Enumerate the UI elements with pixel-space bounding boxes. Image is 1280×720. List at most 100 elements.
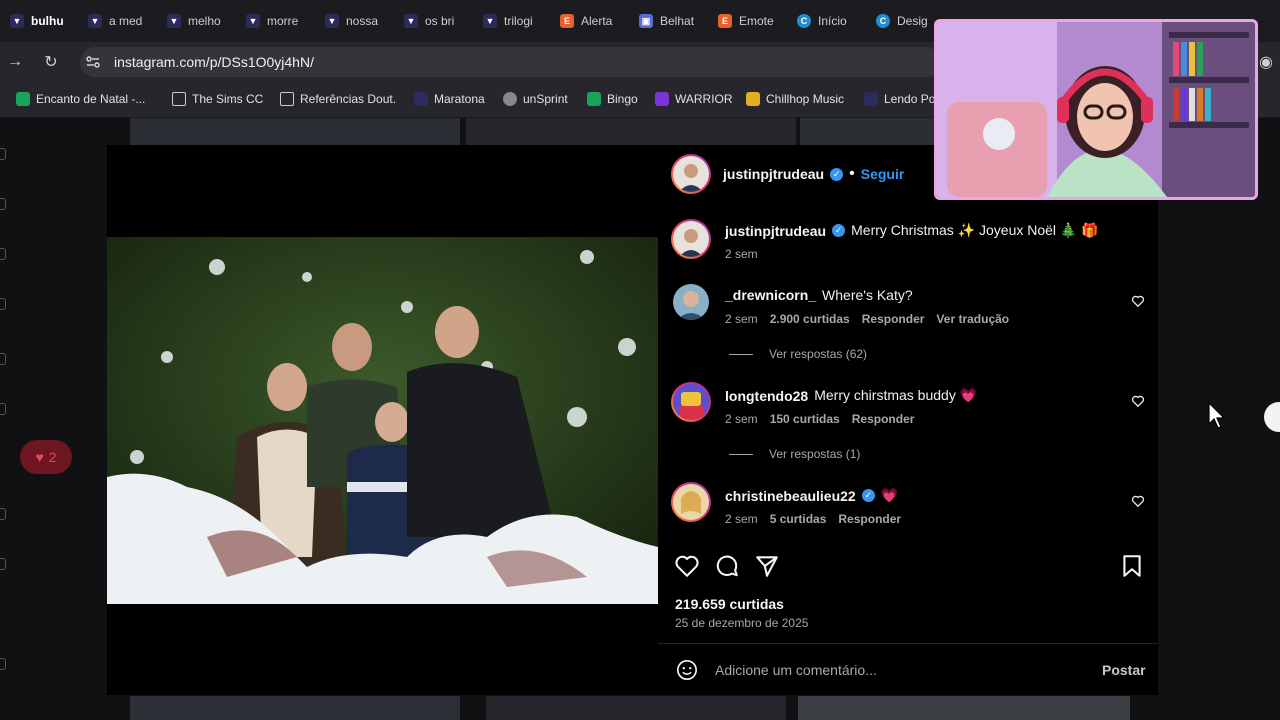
messages-icon[interactable]	[0, 353, 6, 365]
comment-like-icon[interactable]	[1131, 494, 1145, 508]
site-settings-icon[interactable]	[86, 55, 100, 69]
backdrop-tile	[466, 118, 796, 145]
browser-tab[interactable]: ▼ melho	[167, 8, 237, 34]
follow-button[interactable]: Seguir	[861, 166, 905, 182]
bookmark-label: Lendo Po	[884, 92, 936, 106]
comment-avatar[interactable]	[673, 384, 709, 420]
comment-avatar-image	[681, 491, 701, 514]
caption-avatar[interactable]	[673, 221, 709, 257]
likes-count[interactable]: 219.659 curtidas	[675, 596, 784, 612]
purple-app-icon	[655, 92, 669, 106]
share-icon[interactable]	[754, 553, 780, 579]
bookmark-item[interactable]: Chillhop Music	[746, 92, 844, 106]
comment-row: _drewnicorn_ Where's Katy?	[725, 287, 913, 303]
browser-tab[interactable]: C Desig	[876, 8, 934, 34]
comment-username[interactable]: _drewnicorn_	[725, 287, 816, 303]
comment-likes[interactable]: 5 curtidas	[770, 512, 827, 526]
green-app-icon	[16, 92, 30, 106]
bookmark-item[interactable]: WARRIOR	[655, 92, 733, 106]
home-icon[interactable]	[0, 148, 6, 160]
comment-username[interactable]: longtendo28	[725, 388, 808, 404]
reply-button[interactable]: Responder	[852, 412, 915, 426]
bookmark-item[interactable]: unSprint	[503, 92, 568, 106]
comment-input[interactable]: Adicione um comentário...	[715, 662, 877, 678]
comment-avatar[interactable]	[673, 284, 709, 320]
reply-button[interactable]: Responder	[862, 312, 925, 326]
bookmark-app-icon: ▣	[639, 14, 653, 28]
comment-row: longtendo28 Merry chirstmas buddy 💗	[725, 387, 977, 404]
comment-time: 2 sem	[725, 512, 758, 526]
view-replies-button[interactable]: Ver respostas (1)	[729, 447, 860, 461]
view-replies-button[interactable]: Ver respostas (62)	[729, 347, 867, 361]
reels-icon[interactable]	[0, 298, 6, 310]
webcam-overlay	[934, 19, 1258, 200]
bookmark-item[interactable]: Lendo Po	[864, 92, 935, 106]
post-photo[interactable]	[107, 237, 658, 604]
explore-icon[interactable]	[0, 248, 6, 260]
bookmark-item[interactable]: Encanto de Natal -...	[16, 92, 145, 106]
bookmark-item[interactable]: The Sims CC	[172, 92, 263, 106]
notification-pill[interactable]: ♥ 2	[20, 440, 72, 474]
comment-avatar[interactable]	[673, 484, 709, 520]
comment-meta: 2 sem 150 curtidas Responder	[725, 412, 914, 426]
profile-icon[interactable]	[0, 558, 6, 570]
comment-icon[interactable]	[714, 553, 740, 579]
bookmark-label: Encanto de Natal -...	[36, 92, 146, 106]
author-avatar[interactable]	[673, 156, 709, 192]
canva-icon: C	[876, 14, 890, 28]
profile-icon[interactable]: ◉	[1256, 52, 1276, 72]
like-icon[interactable]	[674, 553, 700, 579]
header-separator: •	[849, 165, 855, 182]
post-date: 25 de dezembro de 2025	[675, 616, 809, 630]
tab-title: Início	[818, 14, 847, 28]
comment-likes[interactable]: 2.900 curtidas	[770, 312, 850, 326]
verified-badge-icon: ✓	[832, 224, 846, 237]
author-username[interactable]: justinpjtrudeau	[723, 166, 824, 182]
browser-tab[interactable]: E Emote	[718, 8, 788, 34]
create-icon[interactable]	[0, 508, 6, 520]
post-comment-button[interactable]: Postar	[1102, 662, 1146, 678]
url-text: instagram.com/p/DSs1O0yj4hN/	[114, 54, 314, 70]
family-photo-image	[107, 237, 658, 604]
translate-button[interactable]: Ver tradução	[936, 312, 1009, 326]
comment-row: christinebeaulieu22 ✓ 💗	[725, 487, 898, 504]
browser-tab[interactable]: ▼ bulhu	[10, 8, 80, 34]
tab-title: Emote	[739, 14, 774, 28]
browser-tab[interactable]: ▼ nossa	[325, 8, 395, 34]
folder-icon	[280, 92, 294, 106]
forward-icon[interactable]: →	[5, 52, 25, 72]
save-icon[interactable]	[1119, 553, 1145, 579]
bookmark-label: Referências Dout.	[300, 92, 397, 106]
browser-tab[interactable]: C Início	[797, 8, 867, 34]
browser-tab[interactable]: E Alerta	[560, 8, 630, 34]
comment-like-icon[interactable]	[1131, 294, 1145, 308]
replies-divider	[729, 353, 753, 355]
address-bar[interactable]: instagram.com/p/DSs1O0yj4hN/	[80, 47, 940, 77]
twitch-icon: ▼	[10, 14, 24, 28]
comment-like-icon[interactable]	[1131, 394, 1145, 408]
browser-tab[interactable]: ▼ morre	[246, 8, 316, 34]
bookmark-item[interactable]: Referências Dout.	[280, 92, 396, 106]
comment-meta: 2 sem 5 curtidas Responder	[725, 512, 901, 526]
search-icon[interactable]	[0, 198, 6, 210]
reply-button[interactable]: Responder	[838, 512, 901, 526]
folder-icon	[172, 92, 186, 106]
browser-tab[interactable]: ▼ trilogi	[483, 8, 553, 34]
comment-username[interactable]: christinebeaulieu22	[725, 488, 856, 504]
emoji-icon[interactable]	[676, 659, 698, 681]
tab-title: melho	[188, 14, 221, 28]
comment-meta: 2 sem 2.900 curtidas Responder Ver tradu…	[725, 312, 1009, 326]
bookmark-item[interactable]: Maratona	[414, 92, 485, 106]
browser-tab[interactable]: ▼ a med	[88, 8, 158, 34]
browser-tab[interactable]: ▣ Belhat	[639, 8, 709, 34]
reload-icon[interactable]: ↻	[41, 52, 61, 72]
caption-text: Merry Christmas ✨ Joyeux Noël 🎄 🎁	[851, 222, 1099, 238]
menu-icon[interactable]	[0, 658, 6, 670]
notifications-icon[interactable]	[0, 403, 6, 415]
caption-username[interactable]: justinpjtrudeau	[725, 223, 826, 239]
tab-title: Desig	[897, 14, 928, 28]
bookmark-item[interactable]: Bingo	[587, 92, 638, 106]
browser-tab[interactable]: ▼ os bri	[404, 8, 474, 34]
caption: justinpjtrudeau ✓ Merry Christmas ✨ Joye…	[725, 222, 1099, 239]
comment-likes[interactable]: 150 curtidas	[770, 412, 840, 426]
